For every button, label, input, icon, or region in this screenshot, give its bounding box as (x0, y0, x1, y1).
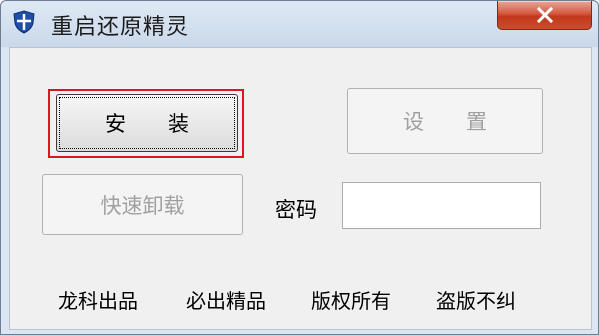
password-label: 密码 (275, 198, 317, 222)
dialog-client-area: 安 装 设 置 快速卸载 密码 龙科出品 必出精品 版权所有 盗版不纠 (9, 47, 592, 330)
shield-icon (13, 10, 35, 34)
window-title: 重启还原精灵 (51, 15, 190, 40)
quick-uninstall-button[interactable]: 快速卸载 (42, 174, 243, 235)
close-button[interactable] (497, 1, 592, 30)
setup-button[interactable]: 设 置 (347, 88, 543, 154)
footer-text: 盗版不纠 (436, 289, 516, 313)
close-icon (536, 7, 554, 23)
app-window: 重启还原精灵 安 装 设 置 快速卸载 密码 龙科出品 必出精品 版权所有 盗版… (0, 0, 599, 335)
install-highlight: 安 装 (48, 89, 244, 158)
footer-text: 版权所有 (311, 289, 391, 313)
password-input[interactable] (342, 182, 541, 229)
install-button[interactable]: 安 装 (56, 94, 238, 152)
footer-text: 必出精品 (186, 289, 266, 313)
title-bar[interactable]: 重启还原精灵 (1, 1, 598, 47)
footer-text: 龙科出品 (58, 289, 138, 313)
